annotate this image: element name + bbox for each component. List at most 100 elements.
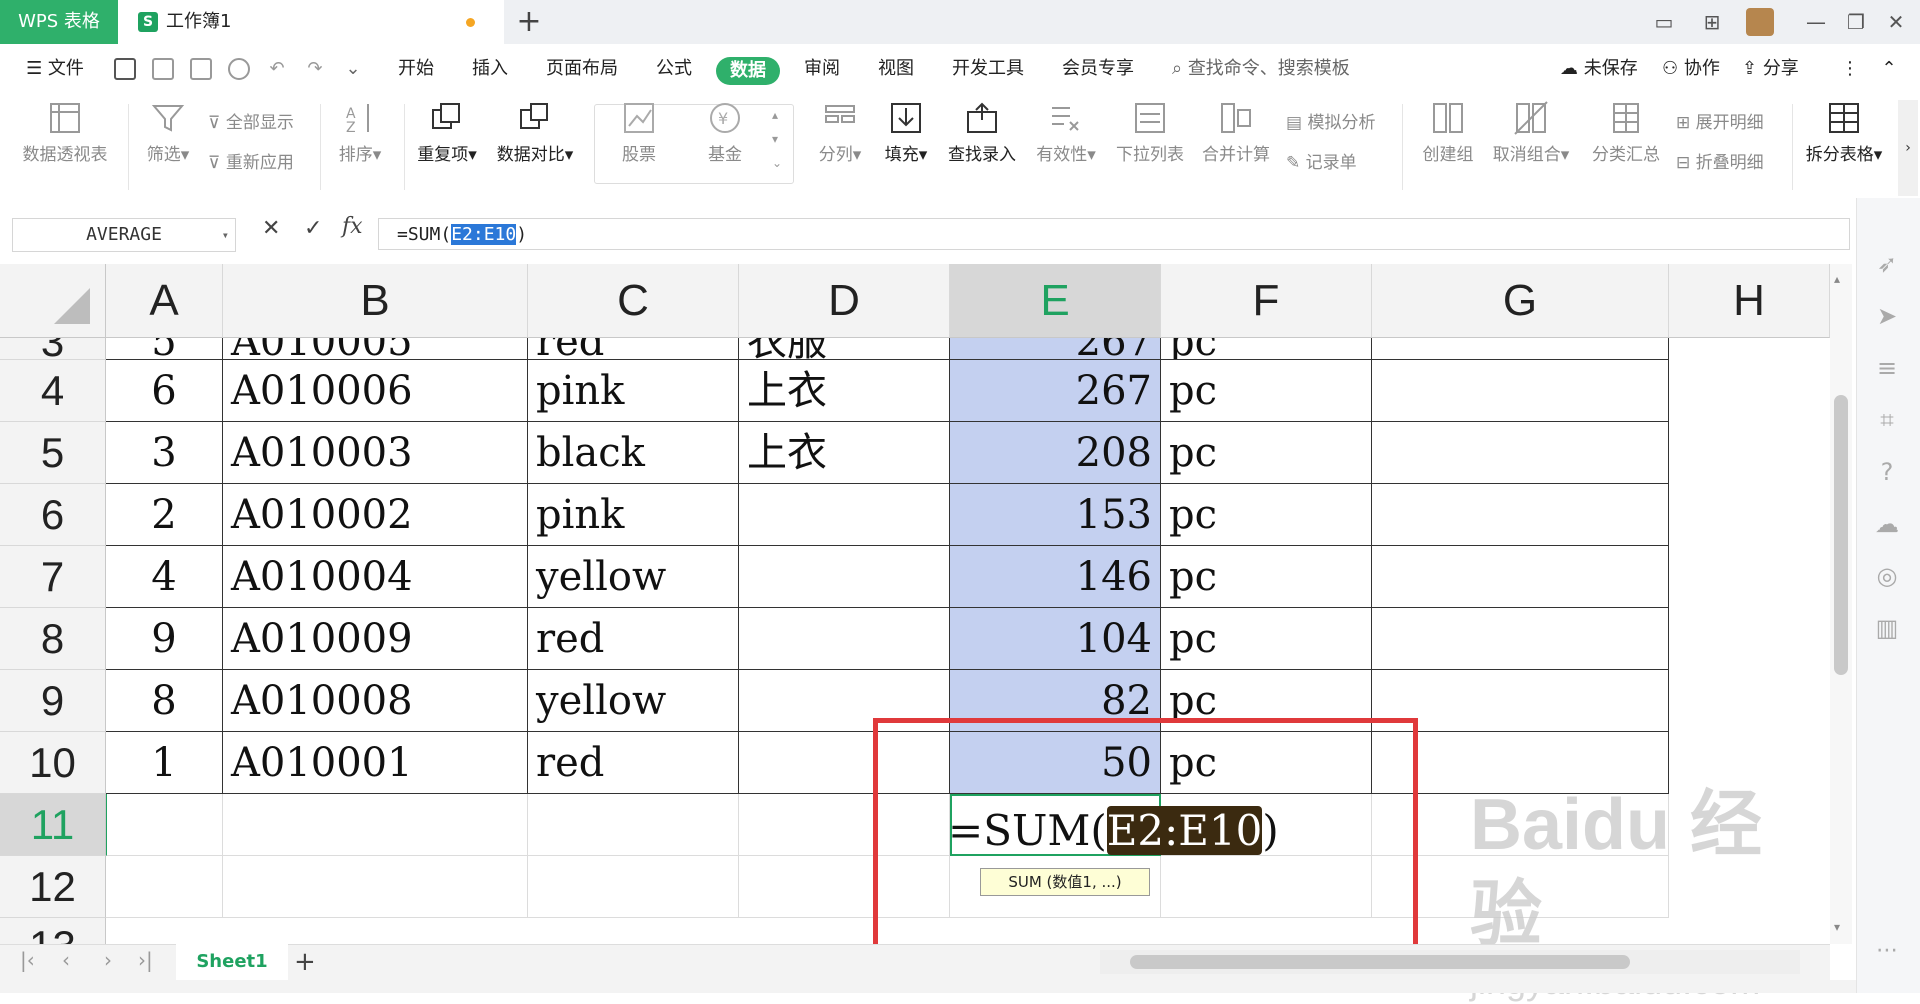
cell-f7[interactable]: pc bbox=[1161, 546, 1372, 608]
insert-function-icon[interactable]: fx bbox=[342, 214, 363, 239]
cell-c12[interactable] bbox=[528, 856, 739, 918]
collapse-detail-button[interactable]: ⊟ 折叠明细 bbox=[1676, 148, 1764, 173]
cell-b8[interactable]: A010009 bbox=[223, 608, 528, 670]
cell-e6[interactable]: 153 bbox=[950, 484, 1161, 546]
cell-a7[interactable]: 4 bbox=[106, 546, 223, 608]
cell-g6[interactable] bbox=[1372, 484, 1669, 546]
cell-b4[interactable]: A010006 bbox=[223, 360, 528, 422]
cell-c4[interactable]: pink bbox=[528, 360, 739, 422]
row-header[interactable]: 8 bbox=[0, 608, 106, 670]
menu-start[interactable]: 开始 bbox=[388, 44, 444, 94]
expand-detail-button[interactable]: ⊞ 展开明细 bbox=[1676, 108, 1764, 133]
column-header-h[interactable]: H bbox=[1669, 264, 1830, 338]
menu-insert[interactable]: 插入 bbox=[462, 44, 518, 94]
add-sheet-icon[interactable]: + bbox=[294, 944, 316, 980]
row-header[interactable]: 13 bbox=[0, 918, 106, 944]
name-box[interactable]: AVERAGE ▾ bbox=[12, 218, 236, 252]
horizontal-scroll-thumb[interactable] bbox=[1130, 955, 1630, 969]
vertical-scroll-thumb[interactable] bbox=[1834, 395, 1848, 675]
document-tab[interactable]: S 工作簿1 bbox=[118, 0, 504, 44]
share-button[interactable]: ⇪ 分享 bbox=[1742, 44, 1799, 94]
cell-a12[interactable] bbox=[106, 856, 223, 918]
cell-a6[interactable]: 2 bbox=[106, 484, 223, 546]
preview-icon[interactable] bbox=[228, 58, 250, 80]
row-header[interactable]: 10 bbox=[0, 732, 106, 794]
cell-c3[interactable]: red bbox=[528, 338, 739, 360]
cell-f3[interactable]: pc bbox=[1161, 338, 1372, 360]
sidebar-more-icon[interactable]: ⋯ bbox=[1872, 938, 1902, 968]
new-tab-button[interactable]: + bbox=[512, 6, 546, 38]
unsaved-button[interactable]: ☁ 未保存 bbox=[1560, 44, 1638, 94]
menu-page-layout[interactable]: 页面布局 bbox=[536, 44, 628, 94]
backup-icon[interactable]: ☁ bbox=[1872, 510, 1902, 540]
cell-g8[interactable] bbox=[1372, 608, 1669, 670]
cell-b9[interactable]: A010008 bbox=[223, 670, 528, 732]
filter-button[interactable]: 筛选▾ bbox=[138, 100, 198, 165]
book-icon[interactable]: ▥ bbox=[1872, 614, 1902, 644]
gallery-scroll-down-icon[interactable]: ▾ bbox=[772, 132, 778, 146]
app-home-tab[interactable]: WPS 表格 bbox=[0, 0, 118, 44]
minimize-icon[interactable]: — bbox=[1796, 6, 1836, 38]
cell-a4[interactable]: 6 bbox=[106, 360, 223, 422]
cell-b10[interactable]: A010001 bbox=[223, 732, 528, 794]
help-icon[interactable]: ? bbox=[1872, 458, 1902, 488]
subtotal-button[interactable]: 分类汇总 bbox=[1584, 100, 1668, 165]
cell-e7[interactable]: 146 bbox=[950, 546, 1161, 608]
prev-sheet-icon[interactable]: ‹ bbox=[62, 948, 70, 972]
column-header-g[interactable]: G bbox=[1372, 264, 1669, 338]
cell-f4[interactable]: pc bbox=[1161, 360, 1372, 422]
select-all-corner[interactable] bbox=[0, 264, 106, 338]
cell-e4[interactable]: 267 bbox=[950, 360, 1161, 422]
scroll-up-icon[interactable]: ▴ bbox=[1834, 272, 1840, 286]
cell-b3[interactable]: A010005 bbox=[223, 338, 528, 360]
gallery-scroll-up-icon[interactable]: ▴ bbox=[772, 108, 778, 122]
record-button[interactable]: ✎ 记录单 bbox=[1286, 148, 1357, 173]
formula-input[interactable]: =SUM(E2:E10) bbox=[378, 218, 1850, 250]
cell-d7[interactable] bbox=[739, 546, 950, 608]
column-header-f[interactable]: F bbox=[1161, 264, 1372, 338]
close-icon[interactable]: ✕ bbox=[1876, 6, 1916, 38]
cell-b7[interactable]: A010004 bbox=[223, 546, 528, 608]
collab-button[interactable]: ⚇ 协作 bbox=[1662, 44, 1720, 94]
duplicates-button[interactable]: 重复项▾ bbox=[412, 100, 482, 165]
select-icon[interactable]: ⌗ bbox=[1872, 406, 1902, 436]
print-icon[interactable] bbox=[190, 58, 212, 80]
redo-icon[interactable]: ↷ bbox=[300, 44, 330, 94]
cell-c6[interactable]: pink bbox=[528, 484, 739, 546]
cell-g7[interactable] bbox=[1372, 546, 1669, 608]
compass-icon[interactable]: ◎ bbox=[1872, 562, 1902, 592]
menu-developer[interactable]: 开发工具 bbox=[942, 44, 1034, 94]
ribbon-scroll-right-icon[interactable]: › bbox=[1898, 100, 1918, 196]
cell-d5[interactable]: 上衣 bbox=[739, 422, 950, 484]
cell-b12[interactable] bbox=[223, 856, 528, 918]
reading-mode-icon[interactable]: ▭ bbox=[1644, 6, 1684, 38]
cell-c9[interactable]: yellow bbox=[528, 670, 739, 732]
grid-view-icon[interactable]: ⊞ bbox=[1692, 6, 1732, 38]
row-header[interactable]: 3 bbox=[0, 338, 106, 360]
row-header[interactable]: 5 bbox=[0, 422, 106, 484]
confirm-icon[interactable]: ✓ bbox=[304, 216, 322, 241]
collapse-ribbon-icon[interactable]: ⌃ bbox=[1874, 44, 1904, 94]
cell-g4[interactable] bbox=[1372, 360, 1669, 422]
menu-data[interactable]: 数据 bbox=[716, 57, 780, 85]
cell-e3[interactable]: 267 bbox=[950, 338, 1161, 360]
row-header[interactable]: 7 bbox=[0, 546, 106, 608]
cell-a5[interactable]: 3 bbox=[106, 422, 223, 484]
cell-b5[interactable]: A010003 bbox=[223, 422, 528, 484]
cell-a10[interactable]: 1 bbox=[106, 732, 223, 794]
cell-d4[interactable]: 上衣 bbox=[739, 360, 950, 422]
cell-c10[interactable]: red bbox=[528, 732, 739, 794]
ungroup-button[interactable]: 取消组合▾ bbox=[1488, 100, 1574, 165]
cell-c7[interactable]: yellow bbox=[528, 546, 739, 608]
cell-c5[interactable]: black bbox=[528, 422, 739, 484]
column-header-d[interactable]: D bbox=[739, 264, 950, 338]
file-menu[interactable]: ☰ 文件 bbox=[18, 44, 92, 94]
row-header[interactable]: 4 bbox=[0, 360, 106, 422]
menu-review[interactable]: 审阅 bbox=[794, 44, 850, 94]
fill-button[interactable]: 填充▾ bbox=[876, 100, 936, 165]
command-search[interactable]: ⌕ 查找命令、搜索模板 bbox=[1172, 44, 1350, 94]
save-icon[interactable] bbox=[114, 58, 136, 80]
menu-member[interactable]: 会员专享 bbox=[1052, 44, 1144, 94]
validity-button[interactable]: 有效性▾ bbox=[1030, 100, 1102, 165]
cell-d3[interactable]: 衣服 bbox=[739, 338, 950, 360]
